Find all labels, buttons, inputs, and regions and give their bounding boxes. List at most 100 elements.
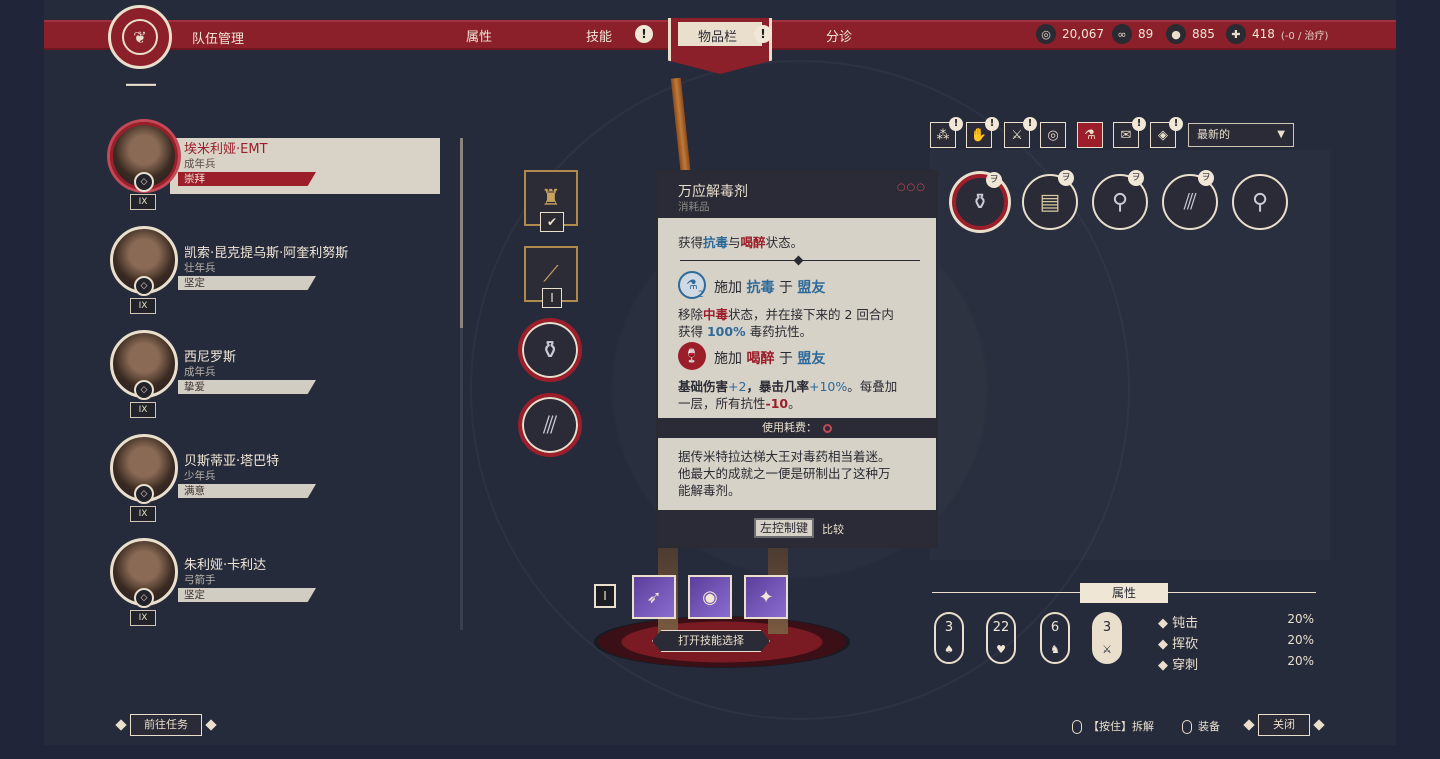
- filter-amulets[interactable]: ◎: [1040, 122, 1066, 148]
- filter-scrolls[interactable]: ✉!: [1113, 117, 1146, 148]
- potion-icon: ⚗: [1084, 127, 1096, 143]
- mouse-left-icon: [1072, 720, 1082, 734]
- resistance-value: 20%: [1287, 633, 1314, 647]
- inventory-item-antidote[interactable]: ⚱ ヲ: [952, 172, 1008, 230]
- rarity-dots-icon: ○○○: [896, 182, 926, 193]
- party-member-2[interactable]: 凯索·昆克提乌斯·阿奎利努斯 壮年兵 坚定 ◇ IX: [108, 226, 448, 322]
- legion-badge-icon: ◇: [134, 484, 154, 504]
- ctrl-key-hint: 左控制键: [754, 518, 815, 538]
- food-icon: ●: [1166, 24, 1186, 44]
- heart-icon: ♥: [996, 643, 1006, 656]
- parchment-icon: ▤: [1039, 189, 1061, 215]
- tab-skills[interactable]: 技能: [586, 26, 612, 45]
- tab-attributes[interactable]: 属性: [466, 26, 492, 45]
- tab-triage[interactable]: 分诊: [826, 26, 852, 45]
- coins-value: 20,067: [1062, 27, 1104, 41]
- all-items-icon: ⁂: [936, 127, 950, 143]
- tab-party-management[interactable]: 队伍管理: [192, 28, 244, 47]
- helmet-icon: ♠: [944, 643, 954, 656]
- member-trait: 坚定: [178, 588, 316, 602]
- mouse-right-icon: [1182, 720, 1192, 734]
- effect-2-header: 施加 喝醉 于 盟友: [714, 351, 826, 367]
- party-member-5[interactable]: 朱利娅·卡利达 弓箭手 坚定 ◇ IX: [108, 538, 448, 634]
- member-name: 贝斯蒂亚·塔巴特: [184, 454, 280, 469]
- party-member-3[interactable]: 西尼罗斯 成年兵 挚爱 ◇ IX: [108, 330, 448, 426]
- eye-icon: ◉: [702, 586, 718, 608]
- coin-icon: ◎: [1036, 24, 1056, 44]
- skill-3[interactable]: ✦: [744, 575, 788, 619]
- lore-line-3: 能解毒剂。: [678, 483, 741, 498]
- member-rank: IX: [130, 402, 156, 418]
- party-member-1[interactable]: 埃米利娅·EMT 成年兵 崇拜 ◇ IX: [108, 122, 448, 218]
- filter-consumables[interactable]: ⚗: [1077, 122, 1103, 148]
- skill-2[interactable]: ◉: [688, 575, 732, 619]
- member-card: 凯索·昆克提乌斯·阿奎利努斯 壮年兵 坚定: [170, 242, 440, 298]
- effect-1-header: 施加 抗毒 于 盟友: [714, 280, 826, 296]
- filter-weapons[interactable]: ⚔!: [1004, 117, 1037, 148]
- consumable-slot-2[interactable]: ⫻: [518, 393, 582, 457]
- inventory-item-jug-1[interactable]: ⚲ ヲ: [1092, 170, 1148, 230]
- inventory-item-javelins[interactable]: ⫻ ヲ: [1162, 170, 1218, 230]
- party-scrollbar[interactable]: [460, 138, 463, 328]
- resistance-pierce: ◆ 穿刺 20%: [1158, 654, 1314, 673]
- member-name: 凯索·昆克提乌斯·阿奎利努斯: [184, 246, 349, 261]
- medical-cross-icon: ✚: [1226, 24, 1246, 44]
- laurel-icon: ❦: [122, 19, 158, 55]
- equipped-check-icon: ✔: [540, 212, 564, 232]
- chevron-down-icon: ▼: [1277, 129, 1285, 140]
- member-trait: 坚定: [178, 276, 316, 290]
- action-point-icon: [823, 423, 832, 433]
- flask-icon: ⚱: [539, 336, 561, 364]
- new-item-tag: ヲ: [1198, 170, 1214, 186]
- member-name: 西尼罗斯: [184, 350, 237, 365]
- filter-offhand[interactable]: ✋!: [966, 117, 999, 148]
- inventory-item-jug-2[interactable]: ⚲: [1232, 174, 1288, 230]
- spear-volley-icon: ✦: [758, 586, 774, 608]
- alert-icon: !: [985, 117, 999, 131]
- skills-alert-icon: !: [635, 25, 653, 43]
- member-trait: 挚爱: [178, 380, 316, 394]
- drunk-icon: 🍷: [678, 342, 706, 370]
- resource-food: ● 885: [1166, 24, 1215, 44]
- helmet-slot[interactable]: ♜ ✔: [524, 170, 578, 232]
- jug-icon: ⚲: [1111, 189, 1129, 215]
- consumable-slot-1[interactable]: ⚱: [518, 318, 582, 382]
- member-class: 弓箭手: [184, 574, 216, 586]
- resistance-label: 钝击: [1172, 616, 1199, 631]
- equip-hint: 装备: [1182, 718, 1220, 734]
- member-name: 朱利娅·卡利达: [184, 558, 267, 573]
- hand-icon: ✋: [970, 127, 988, 143]
- inventory-item-parchment[interactable]: ▤ ヲ: [1022, 170, 1078, 230]
- resource-links: ∞ 89: [1112, 24, 1153, 44]
- go-to-mission-button[interactable]: 前往任务: [130, 714, 202, 736]
- member-name: 埃米利娅·EMT: [184, 142, 268, 157]
- filter-misc[interactable]: ◈!: [1150, 117, 1183, 148]
- filter-all[interactable]: ⁂!: [930, 117, 963, 148]
- weapon-level-badge: I: [542, 288, 562, 308]
- misc-icon: ◈: [1158, 127, 1168, 143]
- divider-diamond: [793, 255, 804, 266]
- legion-badge-icon: ◇: [134, 588, 154, 608]
- crossed-swords-icon: ⚔: [1102, 643, 1112, 656]
- sort-dropdown[interactable]: 最新的 ▼: [1188, 123, 1294, 147]
- member-class: 少年兵: [184, 470, 216, 482]
- legion-badge-icon: ◇: [134, 380, 154, 400]
- member-trait: 满意: [178, 484, 316, 498]
- inventory-alert-icon: !: [754, 25, 772, 43]
- effect-2-desc-line2: 一层，所有抗性-10。: [678, 396, 801, 411]
- member-class: 成年兵: [184, 366, 216, 378]
- legion-badge-icon: ◇: [134, 172, 154, 192]
- open-skill-select-button[interactable]: 打开技能选择: [652, 630, 770, 652]
- boot-icon: ♞: [1050, 643, 1060, 656]
- party-member-4[interactable]: 贝斯蒂亚·塔巴特 少年兵 满意 ◇ IX: [108, 434, 448, 530]
- stat-armor: 3 ♠: [934, 612, 964, 664]
- member-rank: IX: [130, 194, 156, 210]
- tab-inventory[interactable]: 物品栏: [698, 26, 737, 45]
- new-item-tag: ヲ: [986, 172, 1002, 188]
- weapon-slot[interactable]: ⟋ I: [524, 246, 578, 308]
- link-icon: ∞: [1112, 24, 1132, 44]
- scroll-icon: ✉: [1120, 127, 1132, 143]
- close-button[interactable]: 关闭: [1258, 714, 1310, 736]
- skill-1[interactable]: ➶: [632, 575, 676, 619]
- stack-count: 2: [698, 290, 704, 300]
